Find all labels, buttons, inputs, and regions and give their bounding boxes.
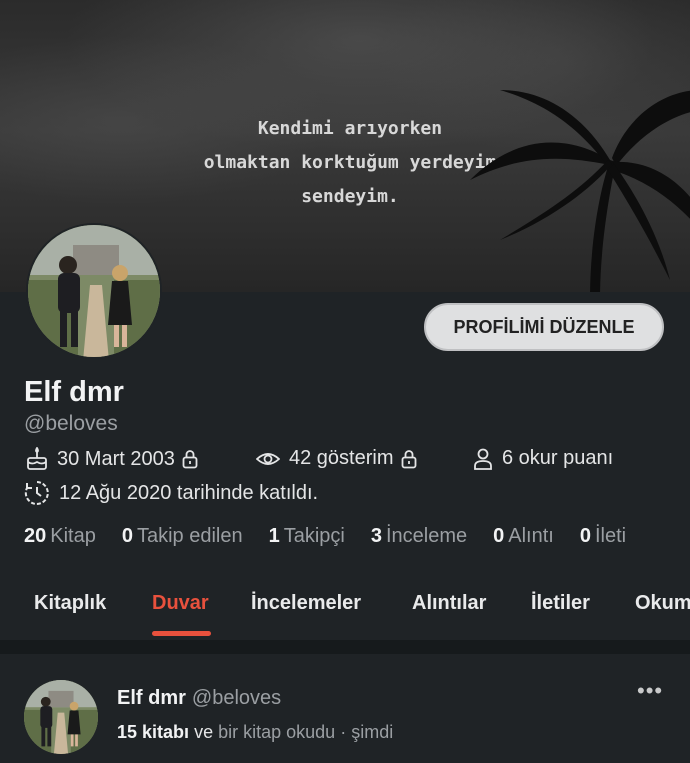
stat-count: 3	[370, 525, 382, 547]
stat-count: 0	[493, 525, 505, 547]
avatar-photo	[24, 680, 98, 754]
joined-text: 12 Ağu 2020 tarihinde katıldı.	[59, 481, 319, 504]
reader-points-text: 6 okur puanı	[502, 447, 614, 469]
post-author-name[interactable]: Elf dmr	[117, 687, 186, 709]
tab-posts[interactable]: İletiler	[531, 592, 590, 615]
eye-icon	[256, 452, 280, 465]
cake-icon	[27, 447, 47, 470]
birthday-text: 30 Mart 2003	[57, 447, 175, 470]
feed-post	[0, 654, 690, 763]
profile-handle: @beloves	[24, 412, 118, 435]
stat-quotes[interactable]: 0 Alıntı	[493, 525, 554, 548]
stat-count: 20	[24, 525, 47, 547]
palm-silhouette	[470, 90, 690, 292]
stat-count: 1	[268, 525, 280, 547]
post-activity: 15 kitabı ve bir kitap okudu · şimdi	[117, 722, 393, 743]
lock-icon	[182, 450, 198, 469]
post-connector: ve	[194, 722, 214, 742]
profile-avatar[interactable]	[26, 223, 162, 359]
profile-tabs: Kitaplık Duvar İncelemeler Alıntılar İle…	[0, 588, 690, 640]
profile-name: Elf dmr	[24, 376, 124, 408]
section-divider	[0, 640, 690, 654]
post-separator: ·	[340, 722, 347, 742]
stat-label: Takipçi	[283, 525, 345, 547]
stat-label: İleti	[594, 525, 627, 547]
tab-reviews[interactable]: İncelemeler	[251, 592, 361, 615]
reader-points-info: 6 okur puanı	[473, 447, 613, 470]
person-icon	[474, 448, 492, 470]
active-tab-indicator	[152, 631, 211, 636]
post-author[interactable]: Elf dmr @beloves	[117, 687, 281, 710]
stat-label: Alıntı	[508, 525, 554, 547]
stat-count: 0	[121, 525, 133, 547]
stat-label: Kitap	[50, 525, 96, 547]
tab-reading[interactable]: Okum	[635, 592, 690, 615]
post-activity-text: bir kitap okudu	[218, 722, 336, 742]
avatar-photo	[28, 225, 160, 357]
stat-followers[interactable]: 1 Takipçi	[269, 525, 345, 548]
post-author-handle: @beloves	[191, 687, 282, 709]
stat-following[interactable]: 0 Takip edilen	[122, 525, 243, 548]
clock-icon	[24, 481, 49, 505]
tab-library[interactable]: Kitaplık	[34, 592, 106, 615]
post-author-avatar[interactable]	[24, 680, 98, 754]
views-text: 42 gösterim	[289, 447, 394, 469]
tab-wall[interactable]: Duvar	[152, 592, 209, 615]
lock-icon	[401, 449, 416, 468]
views-info: 42 gösterim	[256, 447, 426, 470]
post-book-count[interactable]: 15 kitabı	[117, 722, 189, 742]
more-options-icon[interactable]: •••	[637, 678, 663, 704]
stat-reviews[interactable]: 3 İnceleme	[371, 525, 467, 548]
stat-posts[interactable]: 0 İleti	[580, 525, 626, 548]
stat-label: Takip edilen	[136, 525, 243, 547]
profile-stats: 20 Kitap 0 Takip edilen 1 Takipçi 3 İnceleme…	[24, 525, 652, 548]
stat-count: 0	[579, 525, 591, 547]
stat-books[interactable]: 20 Kitap	[24, 525, 96, 548]
joined-info: 12 Ağu 2020 tarihinde katıldı.	[24, 480, 318, 506]
edit-profile-button[interactable]: PROFİLİMİ DÜZENLE	[424, 303, 664, 351]
post-time: şimdi	[351, 722, 394, 742]
tab-quotes[interactable]: Alıntılar	[412, 592, 486, 615]
birthday-info: 30 Mart 2003	[26, 447, 207, 471]
stat-label: İnceleme	[385, 525, 468, 547]
